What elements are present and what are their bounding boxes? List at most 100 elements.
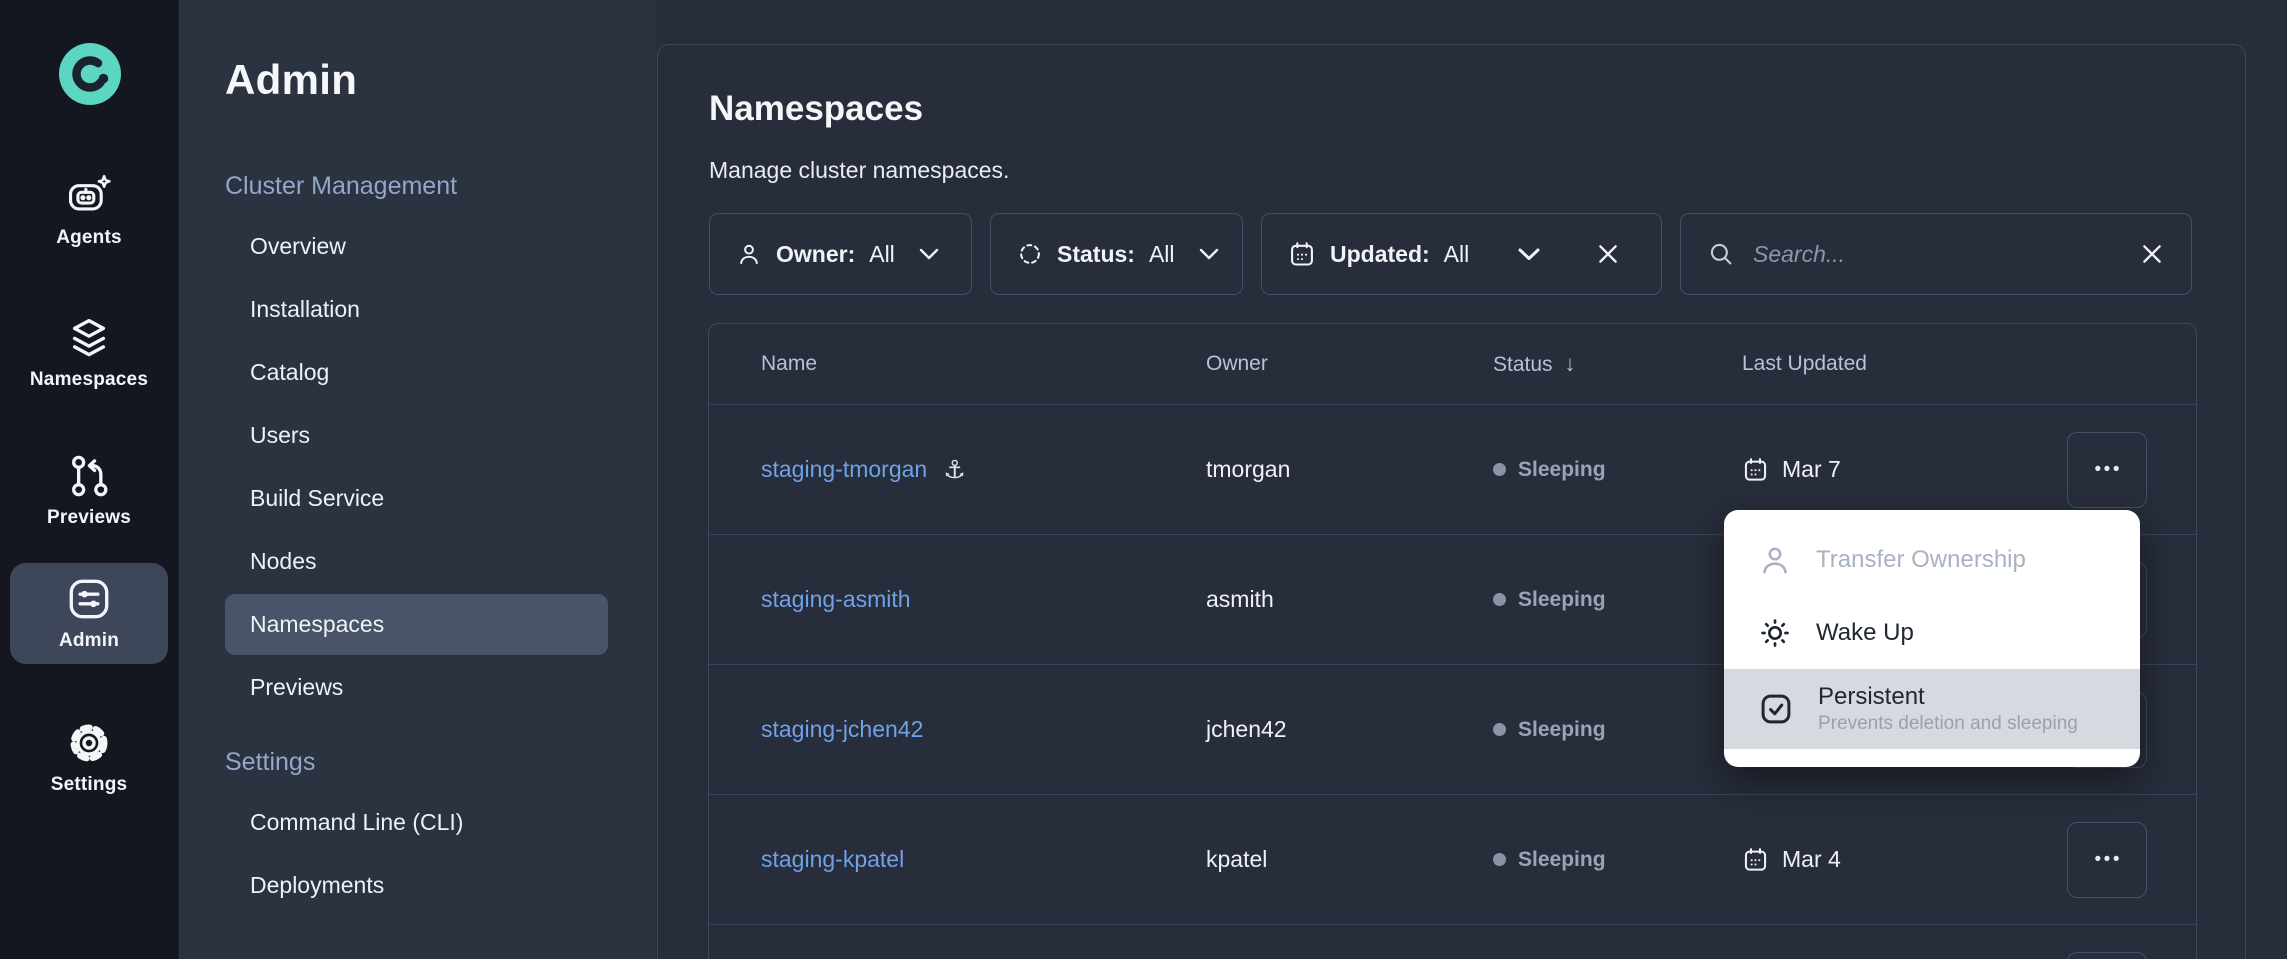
sidebar-item-command-line[interactable]: Command Line (CLI) bbox=[225, 792, 608, 853]
status-cell: Sleeping bbox=[1493, 848, 1742, 872]
namespaces-panel: Namespaces Manage cluster namespaces. Ow… bbox=[657, 44, 2246, 959]
menu-item-transfer-ownership: Transfer Ownership bbox=[1724, 523, 2140, 596]
search-input[interactable] bbox=[1753, 241, 2121, 268]
table-header-row: Name Owner Status↓ Last Updated bbox=[709, 324, 2196, 404]
status-text: Sleeping bbox=[1518, 458, 1606, 482]
search-box bbox=[1680, 213, 2192, 295]
pull-request-icon bbox=[65, 452, 113, 500]
admin-console-screen: { "icons": { "anchor": "⚓", "sort_desc":… bbox=[0, 0, 2287, 959]
app-logo[interactable] bbox=[0, 42, 180, 106]
column-header-name[interactable]: Name bbox=[761, 352, 1206, 376]
logo-icon bbox=[58, 42, 122, 106]
owner-filter-button[interactable]: Owner: All bbox=[709, 213, 972, 295]
chevron-down-icon bbox=[1517, 247, 1541, 261]
menu-item-persistent[interactable]: Persistent Prevents deletion and sleepin… bbox=[1724, 669, 2140, 749]
owner-cell: kpatel bbox=[1206, 846, 1493, 873]
chevron-down-icon bbox=[919, 248, 939, 260]
row-context-menu: Transfer Ownership Wake Up Persistent Pr… bbox=[1724, 510, 2140, 767]
layers-icon bbox=[65, 314, 113, 362]
ellipsis-icon: ••• bbox=[2092, 460, 2122, 479]
section-label-cluster-management: Cluster Management bbox=[225, 168, 656, 204]
clear-search-button[interactable] bbox=[2139, 241, 2165, 267]
sidebar-item-overview[interactable]: Overview bbox=[225, 216, 608, 277]
filter-value: All bbox=[869, 241, 895, 268]
status-cell: Sleeping bbox=[1493, 718, 1742, 742]
robot-sparkle-icon bbox=[65, 172, 113, 220]
column-header-owner[interactable]: Owner bbox=[1206, 352, 1493, 376]
status-dot bbox=[1493, 723, 1506, 736]
rail-item-agents[interactable]: Agents bbox=[10, 160, 168, 261]
rail-item-label: Previews bbox=[47, 507, 131, 529]
gear-icon bbox=[65, 719, 113, 767]
namespace-link[interactable]: staging-tmorgan bbox=[761, 456, 927, 483]
sidebar-title: Admin bbox=[225, 56, 357, 104]
owner-cell: asmith bbox=[1206, 586, 1493, 613]
status-filter-button[interactable]: Status: All bbox=[990, 213, 1243, 295]
menu-item-label: Persistent bbox=[1818, 683, 2078, 711]
status-cell: Sleeping bbox=[1493, 458, 1742, 482]
column-header-status[interactable]: Status↓ bbox=[1493, 351, 1742, 377]
calendar-icon bbox=[1742, 846, 1769, 873]
section-label-settings: Settings bbox=[225, 744, 656, 780]
status-dot bbox=[1493, 593, 1506, 606]
sidebar-item-users[interactable]: Users bbox=[225, 405, 608, 466]
rail-item-label: Settings bbox=[51, 774, 128, 796]
rail-item-namespaces[interactable]: Namespaces bbox=[10, 302, 168, 403]
updated-filter-button[interactable]: Updated: All bbox=[1261, 213, 1662, 295]
namespace-link[interactable]: staging-jchen42 bbox=[761, 716, 923, 743]
sidebar-item-installation[interactable]: Installation bbox=[225, 279, 608, 340]
namespace-link[interactable]: staging-kpatel bbox=[761, 846, 904, 873]
table-row: ••• bbox=[709, 924, 2196, 959]
menu-item-label: Transfer Ownership bbox=[1816, 546, 2026, 574]
sliders-icon bbox=[65, 575, 113, 623]
icon-rail: Agents Namespaces Previews bbox=[0, 0, 180, 959]
sidebar-item-namespaces[interactable]: Namespaces bbox=[225, 594, 608, 655]
rail-item-label: Admin bbox=[59, 630, 119, 652]
sort-desc-icon: ↓ bbox=[1565, 351, 1576, 376]
namespace-link[interactable]: staging-asmith bbox=[761, 586, 911, 613]
admin-sidebar: Admin Cluster Management Overview Instal… bbox=[180, 0, 656, 959]
search-icon bbox=[1707, 240, 1735, 268]
menu-item-wake-up[interactable]: Wake Up bbox=[1724, 596, 2140, 669]
filter-bar: Owner: All Status: All bbox=[709, 213, 2192, 295]
row-actions-button[interactable]: ••• bbox=[2067, 952, 2147, 959]
updated-cell: Mar 4 bbox=[1742, 846, 2067, 873]
filter-value: All bbox=[1444, 241, 1470, 268]
user-icon bbox=[1758, 543, 1792, 577]
anchor-icon: ⚓ bbox=[943, 455, 965, 485]
status-dot bbox=[1493, 463, 1506, 476]
menu-item-subtitle: Prevents deletion and sleeping bbox=[1818, 713, 2078, 735]
table-row: staging-kpatel kpatel Sleeping Mar 4 bbox=[709, 794, 2196, 924]
status-dot bbox=[1493, 853, 1506, 866]
checkbox-checked-icon bbox=[1758, 691, 1794, 727]
updated-cell: Mar 7 bbox=[1742, 456, 2067, 483]
status-text: Sleeping bbox=[1518, 848, 1606, 872]
sun-icon bbox=[1758, 616, 1792, 650]
calendar-icon bbox=[1742, 456, 1769, 483]
sidebar-item-deployments[interactable]: Deployments bbox=[225, 855, 608, 916]
sidebar-item-catalog[interactable]: Catalog bbox=[225, 342, 608, 403]
rail-item-settings[interactable]: Settings bbox=[10, 707, 168, 808]
page-subtitle: Manage cluster namespaces. bbox=[709, 157, 1009, 184]
filter-label: Status: bbox=[1057, 241, 1135, 268]
sidebar-item-build-service[interactable]: Build Service bbox=[225, 468, 608, 529]
column-header-last-updated[interactable]: Last Updated bbox=[1742, 352, 2067, 376]
filter-label: Owner: bbox=[776, 241, 855, 268]
calendar-icon bbox=[1288, 240, 1316, 268]
rail-item-previews[interactable]: Previews bbox=[10, 440, 168, 541]
user-icon bbox=[736, 241, 762, 267]
row-actions-button[interactable]: ••• bbox=[2067, 432, 2147, 508]
clear-updated-filter-button[interactable] bbox=[1595, 241, 1621, 267]
rail-item-label: Agents bbox=[56, 227, 122, 249]
sidebar-item-nodes[interactable]: Nodes bbox=[225, 531, 608, 592]
filter-value: All bbox=[1149, 241, 1175, 268]
owner-cell: tmorgan bbox=[1206, 456, 1493, 483]
sidebar-item-previews[interactable]: Previews bbox=[225, 657, 608, 718]
filter-label: Updated: bbox=[1330, 241, 1430, 268]
dashed-circle-icon bbox=[1017, 241, 1043, 267]
menu-item-label: Wake Up bbox=[1816, 619, 1914, 647]
status-cell: Sleeping bbox=[1493, 588, 1742, 612]
ellipsis-icon: ••• bbox=[2092, 850, 2122, 869]
rail-item-admin[interactable]: Admin bbox=[10, 563, 168, 664]
row-actions-button[interactable]: ••• bbox=[2067, 822, 2147, 898]
